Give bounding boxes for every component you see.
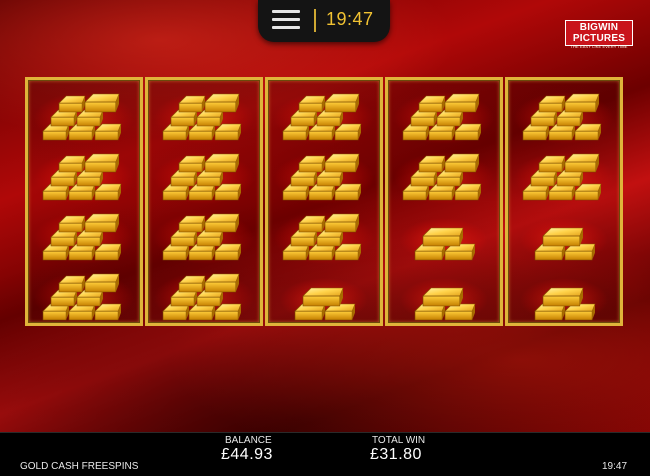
game-name: GOLD CASH FREESPINS bbox=[20, 461, 139, 472]
reel-3 bbox=[265, 77, 383, 326]
footer-bar: BALANCE £44.93 TOTAL WIN £31.80 GOLD CAS… bbox=[0, 432, 650, 476]
gold-stack-large-icon bbox=[153, 86, 255, 146]
balance-label: BALANCE bbox=[225, 435, 272, 446]
logo-tagline: THE EASY LIKE EVERY TIME bbox=[570, 44, 628, 49]
gold-stack-large-icon bbox=[33, 146, 135, 206]
balance-value: £44.93 bbox=[221, 446, 273, 463]
gold-stack-small-icon bbox=[393, 206, 495, 266]
game-stage: 19:47 BIGWIN PICTURES THE EASY LIKE EVER… bbox=[0, 0, 650, 432]
gold-stack-large-icon bbox=[273, 146, 375, 206]
gold-stack-small-icon bbox=[273, 266, 375, 326]
gold-stack-large-icon bbox=[33, 266, 135, 326]
reel-grid bbox=[25, 77, 625, 326]
gold-stack-small-icon bbox=[513, 266, 615, 326]
gold-stack-large-icon bbox=[153, 206, 255, 266]
gold-stack-large-icon bbox=[33, 206, 135, 266]
gold-stack-large-icon bbox=[513, 86, 615, 146]
bigwin-pictures-logo: BIGWIN PICTURES THE EASY LIKE EVERY TIME bbox=[565, 20, 633, 49]
top-menu-bar: 19:47 bbox=[258, 0, 390, 42]
reel-2 bbox=[145, 77, 263, 326]
gold-stack-small-icon bbox=[513, 206, 615, 266]
gold-stack-small-icon bbox=[393, 266, 495, 326]
menu-divider bbox=[314, 9, 316, 32]
top-clock: 19:47 bbox=[326, 9, 374, 29]
reel-5 bbox=[505, 77, 623, 326]
reel-4 bbox=[385, 77, 503, 326]
logo-title: BIGWIN PICTURES bbox=[572, 22, 626, 44]
gold-stack-large-icon bbox=[273, 206, 375, 266]
gold-stack-large-icon bbox=[273, 86, 375, 146]
gold-stack-large-icon bbox=[513, 146, 615, 206]
gold-stack-large-icon bbox=[153, 146, 255, 206]
total-win-label: TOTAL WIN bbox=[372, 435, 426, 446]
gold-stack-large-icon bbox=[153, 266, 255, 326]
total-win-value: £31.80 bbox=[370, 446, 422, 463]
gold-stack-large-icon bbox=[393, 86, 495, 146]
hamburger-menu-icon[interactable] bbox=[272, 10, 300, 30]
reel-1 bbox=[25, 77, 143, 326]
footer-clock: 19:47 bbox=[602, 461, 628, 472]
gold-stack-large-icon bbox=[393, 146, 495, 206]
gold-stack-large-icon bbox=[33, 86, 135, 146]
